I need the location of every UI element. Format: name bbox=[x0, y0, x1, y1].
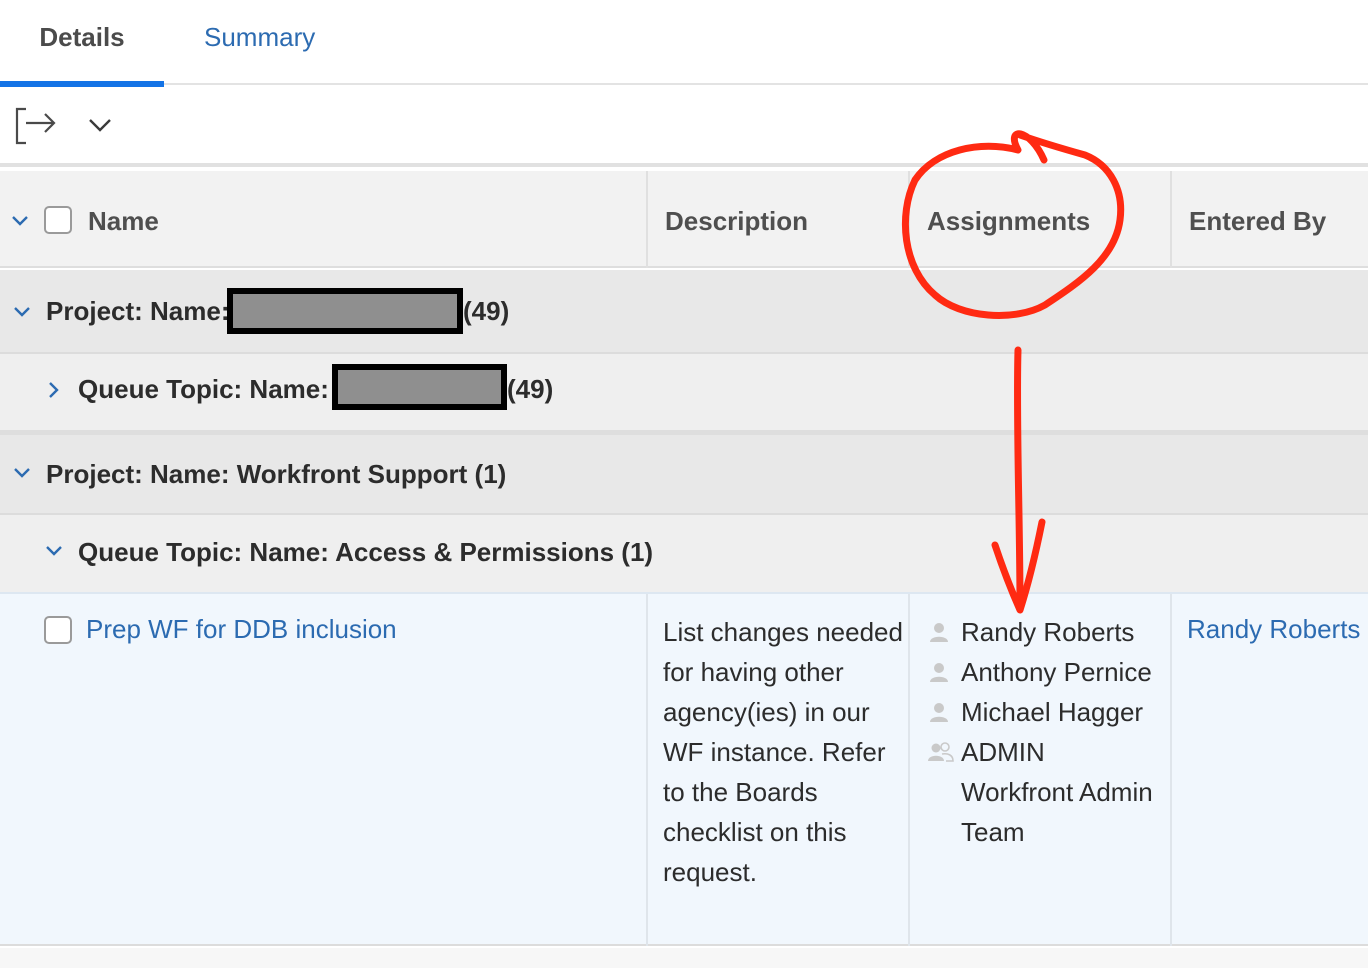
column-header-assignments[interactable]: Assignments bbox=[927, 171, 1090, 268]
chevron-down-icon[interactable] bbox=[12, 302, 32, 322]
project-group-label: Project: Name: Workfront Support (1) bbox=[46, 459, 507, 489]
assignee: ADMIN Workfront Admin Team bbox=[928, 732, 1164, 852]
assignee: Michael Hagger bbox=[928, 692, 1164, 732]
chevron-down-icon[interactable] bbox=[44, 541, 64, 561]
column-divider bbox=[908, 171, 910, 268]
user-icon bbox=[930, 703, 948, 722]
team-icon bbox=[928, 742, 954, 762]
project-group-count: (49) bbox=[463, 296, 510, 326]
tab-bar: Details Summary bbox=[0, 0, 1368, 87]
project-group-row[interactable]: Project: Name: Workfront Support (1) bbox=[0, 435, 1368, 513]
chevron-right-icon[interactable] bbox=[44, 380, 64, 400]
assignments-list: Randy Roberts Anthony Pernice Michael Ha… bbox=[928, 612, 1164, 852]
queue-topic-group-count: (49) bbox=[507, 374, 554, 404]
select-all-checkbox[interactable] bbox=[44, 206, 72, 234]
row-checkbox[interactable] bbox=[44, 616, 72, 644]
toolbar bbox=[0, 85, 1368, 167]
user-icon bbox=[930, 663, 948, 682]
column-divider bbox=[908, 594, 910, 946]
column-header-name[interactable]: Name bbox=[88, 171, 159, 268]
table-footer bbox=[0, 948, 1368, 968]
chevron-down-icon[interactable] bbox=[12, 463, 32, 483]
queue-topic-group-label: Queue Topic: Name: bbox=[78, 374, 329, 404]
tab-summary[interactable]: Summary bbox=[204, 0, 315, 85]
assignee: Randy Roberts bbox=[928, 612, 1164, 652]
redacted-project-name bbox=[227, 288, 463, 334]
table-row: Prep WF for DDB inclusion List changes n… bbox=[0, 592, 1368, 946]
column-divider bbox=[646, 594, 648, 946]
assignee-name: ADMIN Workfront Admin Team bbox=[961, 737, 1153, 847]
entered-by-link[interactable]: Randy Roberts bbox=[1187, 614, 1360, 645]
assignee: Anthony Pernice bbox=[928, 652, 1164, 692]
project-group-row[interactable]: Project: Name: (49) bbox=[0, 270, 1368, 352]
column-divider bbox=[1170, 171, 1172, 268]
assignee-name: Randy Roberts bbox=[961, 617, 1135, 647]
tab-details[interactable]: Details bbox=[0, 0, 164, 87]
column-header-description[interactable]: Description bbox=[665, 171, 808, 268]
redacted-queue-topic-name bbox=[332, 364, 507, 410]
export-icon[interactable] bbox=[12, 103, 60, 149]
queue-topic-group-row[interactable]: Queue Topic: Name: (49) bbox=[0, 354, 1368, 430]
task-name-link[interactable]: Prep WF for DDB inclusion bbox=[86, 614, 397, 645]
queue-topic-group-label: Queue Topic: Name: Access & Permissions … bbox=[78, 537, 654, 567]
task-description: List changes needed for having other age… bbox=[663, 617, 903, 887]
column-divider bbox=[646, 171, 648, 268]
column-header-entered-by[interactable]: Entered By bbox=[1189, 171, 1326, 268]
assignee-name: Michael Hagger bbox=[961, 697, 1144, 727]
queue-topic-group-row[interactable]: Queue Topic: Name: Access & Permissions … bbox=[0, 515, 1368, 592]
column-divider bbox=[1170, 594, 1172, 946]
assignee-name: Anthony Pernice bbox=[961, 657, 1152, 687]
table-header: Name Description Assignments Entered By bbox=[0, 171, 1368, 268]
collapse-all-chevron-icon[interactable] bbox=[10, 211, 30, 231]
user-icon bbox=[930, 623, 948, 642]
chevron-down-icon[interactable] bbox=[86, 113, 114, 137]
project-group-label: Project: Name: bbox=[46, 296, 230, 326]
